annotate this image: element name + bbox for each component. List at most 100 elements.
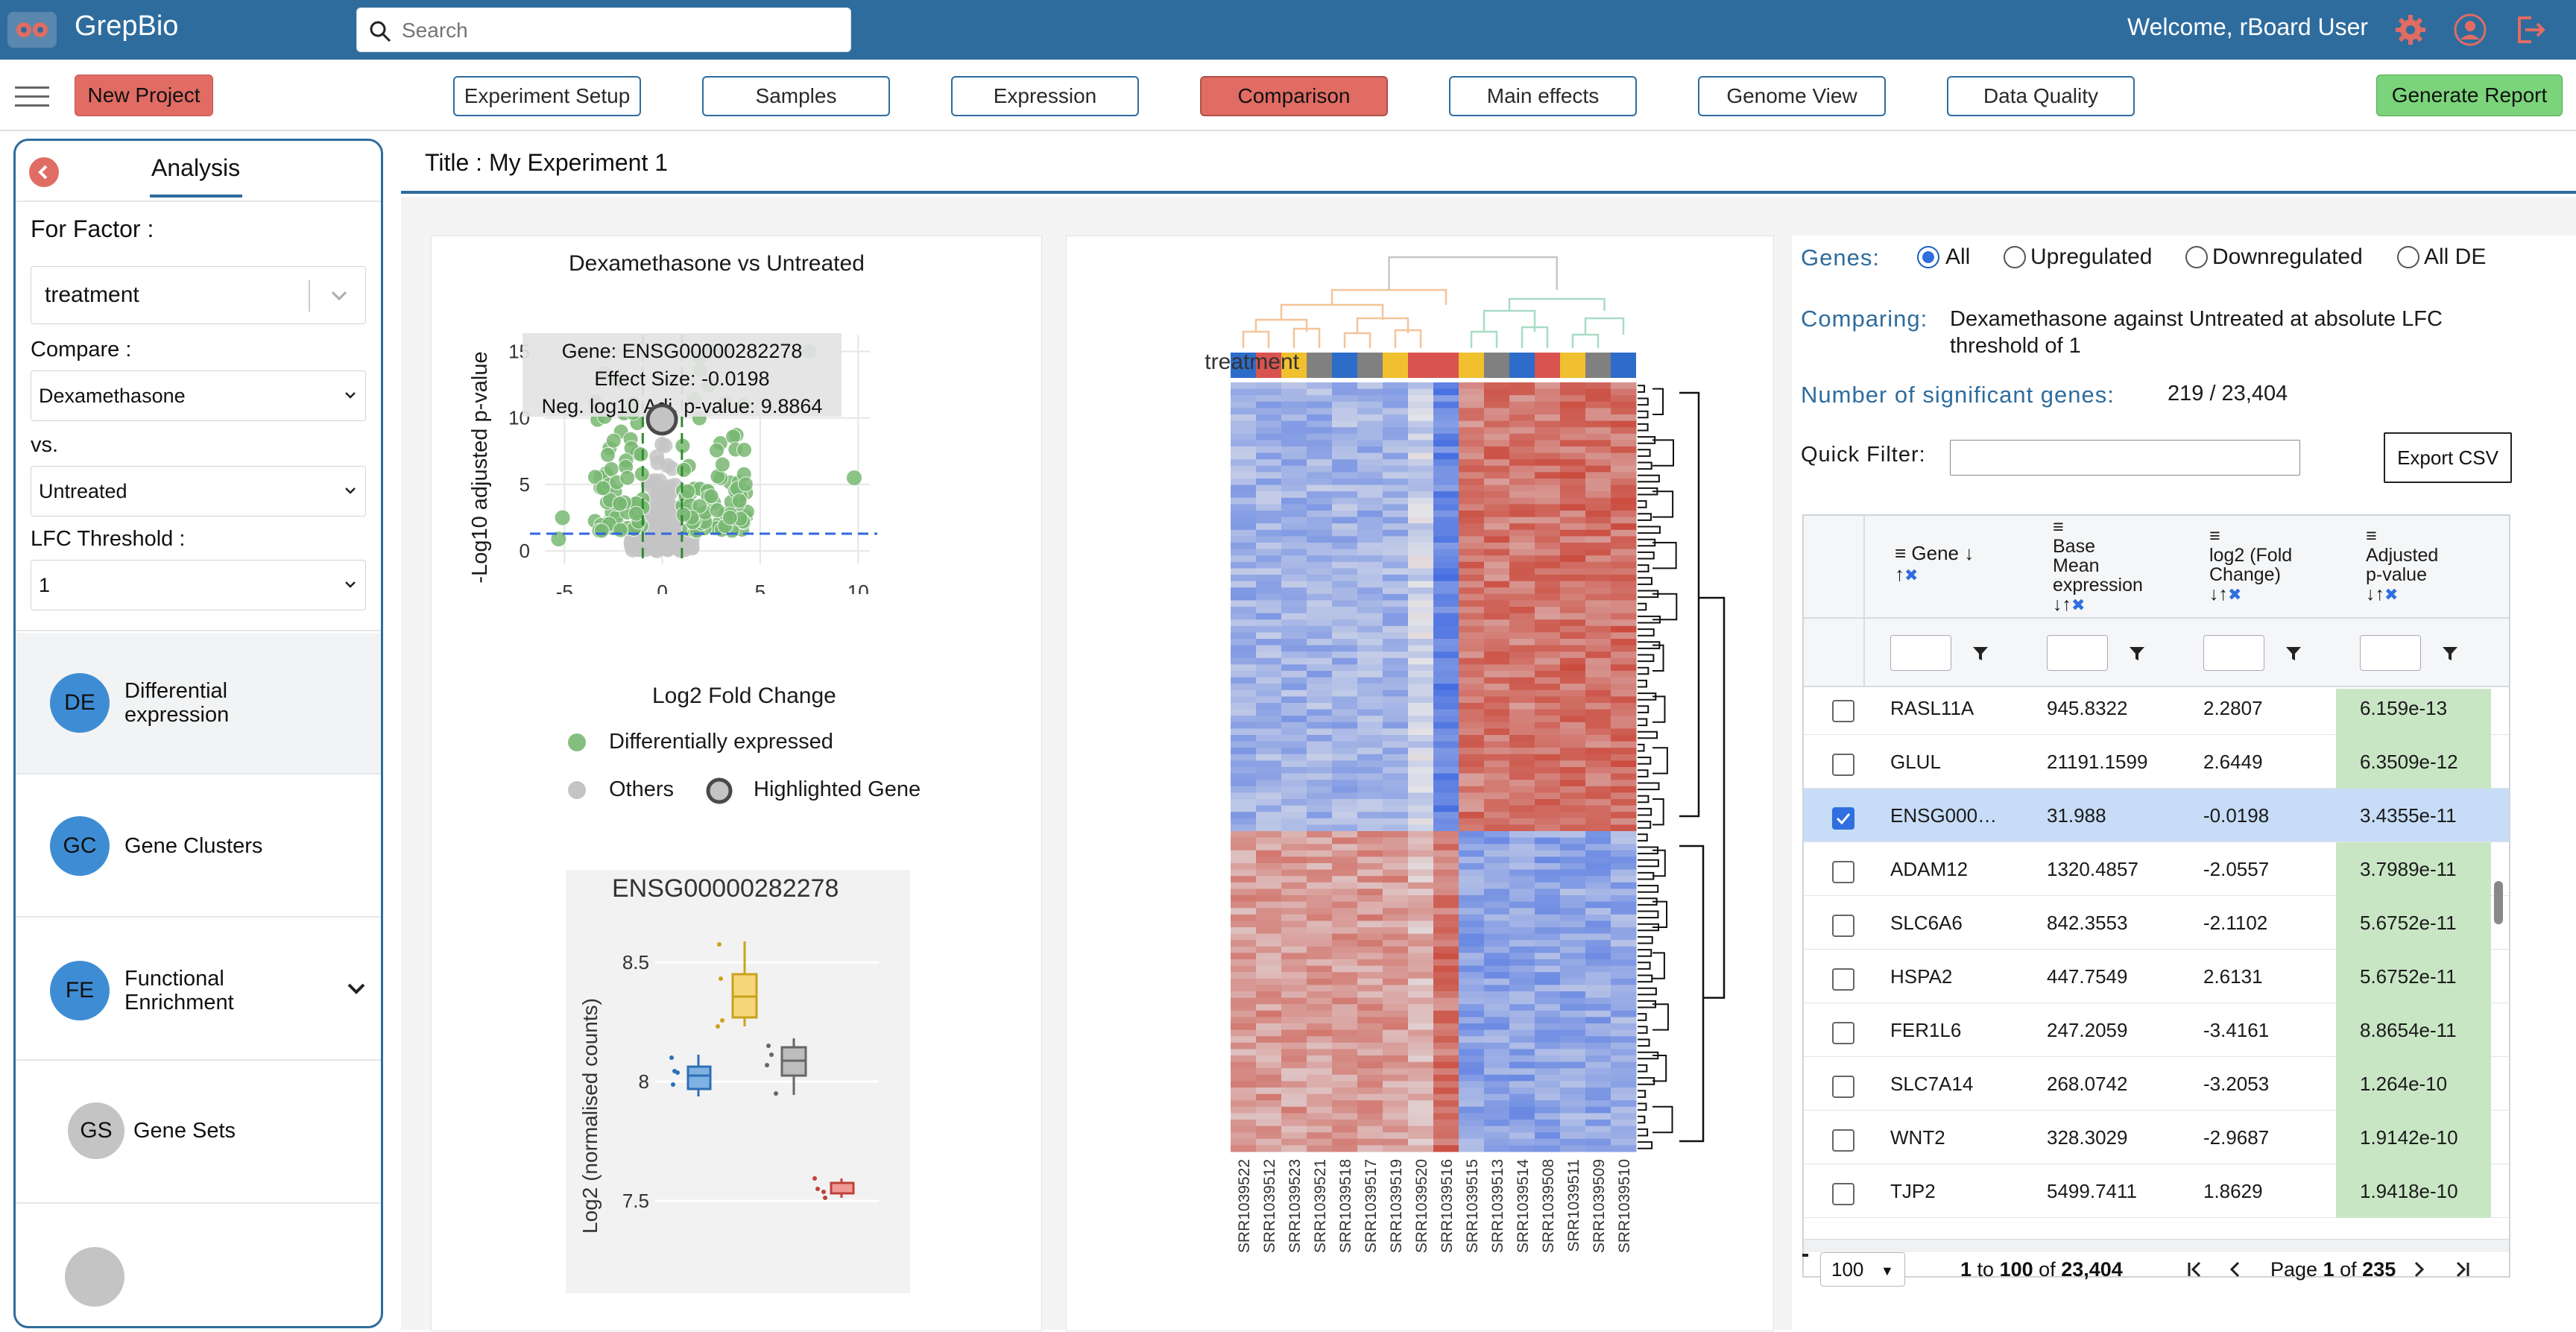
table-row[interactable]: WNT2 328.3029 -2.9687 1.9142e-10 — [1804, 1111, 2509, 1164]
sort-icon[interactable]: ↓↑ — [2209, 584, 2228, 605]
sidebar-item-gene-sets[interactable]: GS Gene Sets — [16, 1062, 381, 1204]
compare-select[interactable]: Dexamethasone — [31, 370, 366, 421]
back-button[interactable] — [29, 157, 59, 187]
clear-sort-icon[interactable]: ✖ — [1904, 566, 1918, 584]
menu-icon[interactable]: ≡ — [2209, 526, 2292, 546]
sort-icon[interactable]: ↓↑ — [2053, 594, 2071, 615]
row-checkbox[interactable] — [1832, 968, 1854, 991]
radio-all-de[interactable] — [2397, 246, 2419, 268]
boxplot-chart[interactable]: Log2 (normalised counts) 8.5 8 7.5 — [566, 870, 910, 1293]
radio-all[interactable] — [1917, 246, 1939, 268]
vs-select[interactable]: Untreated — [31, 466, 366, 517]
box-blue[interactable] — [669, 1055, 712, 1096]
filter-icon[interactable] — [2285, 646, 2302, 662]
heatmap-cell — [1281, 888, 1307, 896]
table-row[interactable]: ADAM12 1320.4857 -2.0557 3.7989e-11 — [1804, 842, 2509, 896]
filter-log2fc-input[interactable] — [2203, 635, 2264, 671]
table-row[interactable]: RASL11A 945.8322 2.2807 6.159e-13 — [1804, 689, 2509, 735]
heatmap-cell — [1484, 728, 1510, 736]
box-red[interactable] — [812, 1176, 855, 1200]
search-input[interactable] — [402, 14, 842, 47]
clear-sort-icon[interactable]: ✖ — [2228, 585, 2241, 604]
table-row[interactable]: GLUL 21191.1599 2.6449 6.3509e-12 — [1804, 735, 2509, 789]
tab-experiment-setup[interactable]: Experiment Setup — [453, 76, 641, 116]
prev-page-icon[interactable] — [2226, 1260, 2245, 1279]
radio-downregulated[interactable] — [2185, 246, 2208, 268]
sort-asc-icon[interactable]: ↑ — [1895, 563, 1904, 585]
lfc-select[interactable]: 1 — [31, 560, 366, 610]
sidebar-item-differential-expression[interactable]: DE Differential expression — [16, 633, 381, 774]
point-de — [603, 461, 619, 477]
row-checkbox[interactable] — [1832, 915, 1854, 937]
tab-genome-view[interactable]: Genome View — [1698, 76, 1886, 116]
sort-desc-icon[interactable]: ↓ — [1959, 542, 1974, 564]
generate-report-button[interactable]: Generate Report — [2376, 75, 2563, 116]
tab-data-quality[interactable]: Data Quality — [1947, 76, 2135, 116]
filter-gene-input[interactable] — [1890, 635, 1951, 671]
table-row[interactable]: HSPA2 447.7549 2.6131 5.6752e-11 — [1804, 950, 2509, 1003]
logout-icon[interactable] — [2513, 13, 2546, 46]
new-project-button[interactable]: New Project — [75, 75, 213, 116]
quick-filter-input[interactable] — [1950, 440, 2300, 476]
table-row[interactable]: ENSG000… 31.988 -0.0198 3.4355e-11 — [1804, 789, 2509, 842]
scrollbar-thumb[interactable] — [2494, 881, 2503, 924]
hamburger-menu-icon[interactable] — [15, 85, 49, 109]
chevron-down-icon[interactable] — [345, 980, 367, 998]
sidebar-item-functional-enrichment[interactable]: FE Functional Enrichment — [16, 919, 381, 1061]
clear-sort-icon[interactable]: ✖ — [2384, 585, 2398, 604]
tab-comparison[interactable]: Comparison — [1200, 76, 1388, 116]
heatmap-cell — [1585, 382, 1611, 390]
row-checkbox[interactable] — [1832, 1076, 1854, 1098]
filter-icon[interactable] — [2129, 646, 2145, 662]
row-checkbox[interactable] — [1832, 700, 1854, 722]
filter-icon[interactable] — [2442, 646, 2458, 662]
header-log2fc[interactable]: ≡ log2 (Fold Change) ↓↑✖ — [2209, 526, 2292, 605]
menu-icon[interactable]: ≡ — [2366, 526, 2438, 546]
table-row[interactable]: SLC7A14 268.0742 -3.2053 1.264e-10 — [1804, 1057, 2509, 1111]
menu-icon[interactable]: ≡ — [1895, 542, 1911, 564]
first-page-icon[interactable] — [2185, 1260, 2205, 1279]
filter-icon[interactable] — [1972, 646, 1989, 662]
sidebar-item-gene-clusters[interactable]: GC Gene Clusters — [16, 776, 381, 918]
page-size-select[interactable]: 100 ▼ — [1820, 1252, 1905, 1287]
search-box[interactable] — [356, 7, 851, 52]
box-yellow[interactable] — [716, 941, 758, 1029]
row-checkbox[interactable] — [1832, 861, 1854, 883]
clear-sort-icon[interactable]: ✖ — [2071, 596, 2085, 614]
gear-icon[interactable] — [2394, 13, 2427, 46]
heatmap-cell — [1560, 401, 1586, 408]
next-page-icon[interactable] — [2409, 1260, 2428, 1279]
horizontal-scrollbar[interactable] — [1804, 1239, 2509, 1252]
table-row[interactable]: TJP2 5499.7411 1.8629 1.9418e-10 — [1804, 1164, 2509, 1218]
table-row[interactable]: SLC6A6 842.3553 -2.1102 5.6752e-11 — [1804, 896, 2509, 950]
row-checkbox[interactable] — [1832, 1183, 1854, 1205]
heatmap-cell — [1484, 1068, 1510, 1076]
table-row[interactable]: FER1L6 247.2059 -3.4161 8.8654e-11 — [1804, 1003, 2509, 1057]
filter-padj-input[interactable] — [2360, 635, 2421, 671]
export-csv-button[interactable]: Export CSV — [2384, 432, 2512, 483]
last-page-icon[interactable] — [2452, 1260, 2472, 1279]
radio-upregulated[interactable] — [2004, 246, 2026, 268]
factor-select[interactable]: treatment — [31, 266, 366, 324]
volcano-plot[interactable]: -5 0 5 10051015 -Log10 adjusted p-value Gen… — [432, 281, 1043, 594]
heatmap-cell — [1332, 773, 1358, 780]
heatmap[interactable]: SRR1039522 SRR1039512 SRR1039523 SRR1039521… — [1067, 236, 1775, 1332]
heatmap-cell — [1459, 657, 1485, 665]
heatmap-cell — [1484, 882, 1510, 889]
menu-icon[interactable]: ≡ — [2053, 517, 2143, 537]
header-base-mean[interactable]: ≡ Base Mean expression ↓↑✖ — [2053, 517, 2143, 615]
tab-main-effects[interactable]: Main effects — [1449, 76, 1637, 116]
user-profile-icon[interactable] — [2454, 13, 2487, 46]
tab-samples[interactable]: Samples — [702, 76, 890, 116]
tab-expression[interactable]: Expression — [951, 76, 1139, 116]
header-gene[interactable]: ≡ Gene ↓ ↑✖ — [1895, 543, 1974, 586]
row-checkbox[interactable] — [1832, 1129, 1854, 1152]
filter-base-mean-input[interactable] — [2047, 635, 2108, 671]
sort-icon[interactable]: ↓↑ — [2366, 584, 2384, 605]
row-checkbox[interactable] — [1832, 1022, 1854, 1044]
highlighted-gene-point[interactable] — [645, 403, 678, 436]
box-grey[interactable] — [765, 1038, 807, 1096]
row-checkbox[interactable] — [1832, 754, 1854, 776]
header-padj[interactable]: ≡ Adjusted p-value ↓↑✖ — [2366, 526, 2438, 605]
row-checkbox[interactable] — [1832, 807, 1854, 830]
